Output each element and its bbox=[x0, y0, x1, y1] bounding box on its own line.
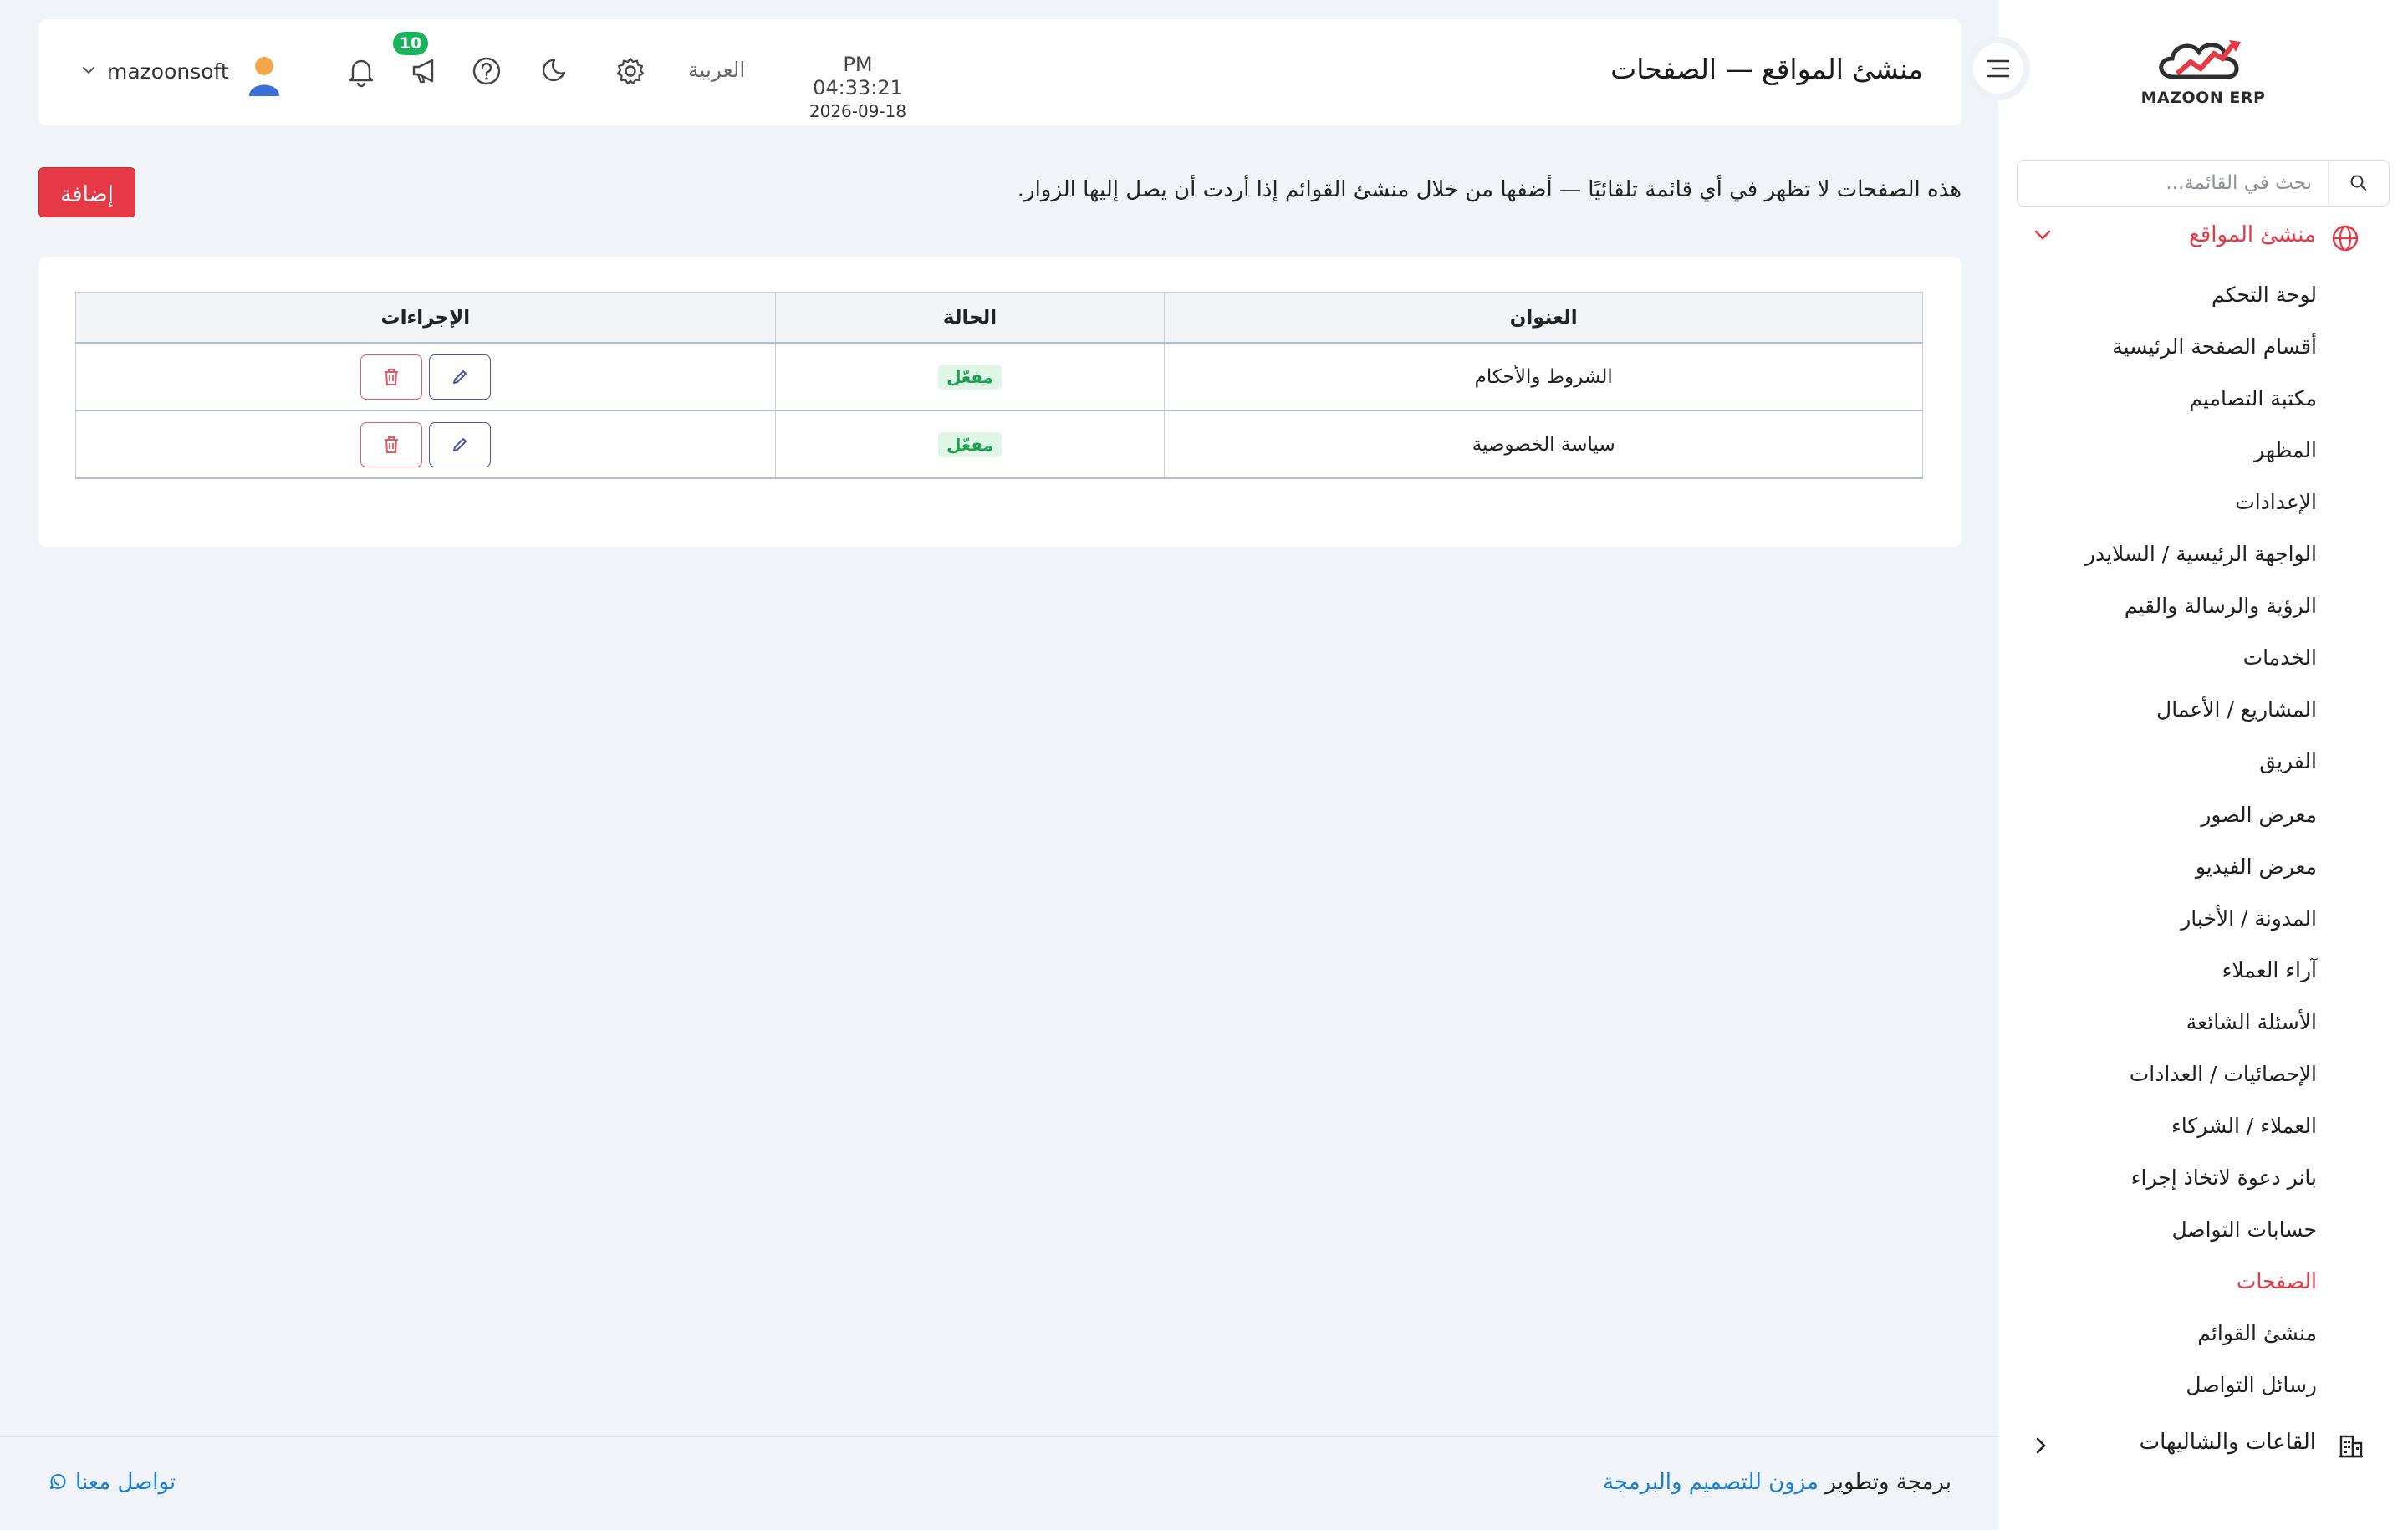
sidebar-item-clients[interactable]: العملاء / الشركاء bbox=[2171, 1114, 2317, 1138]
cell-status: مفعّل bbox=[774, 410, 1166, 479]
sidebar-item-contact-messages[interactable]: رسائل التواصل bbox=[2186, 1373, 2317, 1397]
sidebar-item-services[interactable]: الخدمات bbox=[2243, 645, 2317, 670]
sidebar-group2-label: القاعات والشاليهات bbox=[2139, 1430, 2316, 1455]
sidebar-item-settings[interactable]: الإعدادات bbox=[2235, 490, 2317, 514]
cell-actions bbox=[75, 342, 776, 411]
column-header-title: العنوان bbox=[1164, 292, 1923, 344]
theme-toggle-button[interactable] bbox=[538, 54, 572, 88]
logo-mark-icon bbox=[2159, 40, 2241, 79]
clock: PM 04:33:21 2026-09-18 bbox=[795, 53, 921, 121]
page-title: منشئ المواقع — الصفحات bbox=[1610, 53, 1923, 85]
sidebar-item-vision-mission[interactable]: الرؤية والرسالة والقيم bbox=[2125, 594, 2317, 618]
menu-icon bbox=[1987, 59, 2010, 78]
avatar[interactable] bbox=[246, 54, 283, 96]
cell-actions bbox=[75, 410, 776, 479]
footer-credit-prefix: برمجة وتطوير bbox=[1825, 1470, 1951, 1495]
sidebar-item-cta-banner[interactable]: بانر دعوة لاتخاذ إجراء bbox=[2131, 1165, 2317, 1190]
help-icon bbox=[472, 57, 501, 85]
sidebar-search bbox=[2017, 160, 2390, 207]
clock-time: PM 04:33:21 bbox=[813, 53, 903, 99]
sidebar-item-team[interactable]: الفريق bbox=[2259, 749, 2317, 773]
sidebar-item-photo-gallery[interactable]: معرض الصور bbox=[2201, 803, 2317, 827]
table-row: الشروط والأحكام مفعّل bbox=[75, 342, 1923, 411]
pages-table: العنوان الحالة الإجراءات الشروط والأحكام… bbox=[75, 292, 1923, 479]
help-button[interactable] bbox=[470, 54, 503, 88]
status-badge: مفعّل bbox=[938, 431, 1002, 457]
add-button[interactable]: إضافة bbox=[38, 167, 135, 217]
sidebar-item-dashboard[interactable]: لوحة التحكم bbox=[2212, 283, 2317, 307]
column-header-status: الحالة bbox=[774, 292, 1166, 344]
sidebar-item-statistics[interactable]: الإحصائيات / العدادات bbox=[2130, 1062, 2317, 1086]
delete-button[interactable] bbox=[360, 421, 422, 467]
delete-button[interactable] bbox=[360, 354, 422, 400]
footer-divider bbox=[0, 1436, 1998, 1437]
table-row: سياسة الخصوصية مفعّل bbox=[75, 410, 1923, 479]
sidebar-item-testimonials[interactable]: آراء العملاء bbox=[2222, 958, 2317, 982]
search-button[interactable] bbox=[2328, 161, 2389, 205]
logo[interactable]: MAZOON ERP bbox=[2141, 33, 2265, 117]
megaphone-icon bbox=[412, 59, 434, 84]
top-header: منشئ المواقع — الصفحات PM 04:33:21 2026-… bbox=[38, 19, 1962, 125]
whatsapp-icon bbox=[50, 1474, 66, 1490]
info-notice: هذه الصفحات لا تظهر في أي قائمة تلقائيًا… bbox=[1017, 177, 1962, 202]
sidebar-item-hero-slider[interactable]: الواجهة الرئيسية / السلايدر bbox=[2085, 542, 2317, 566]
sidebar-group-label: منشئ المواقع bbox=[2188, 222, 2316, 247]
sidebar-group-site-builder[interactable]: منشئ المواقع bbox=[1998, 216, 2408, 259]
settings-button[interactable] bbox=[614, 54, 647, 88]
column-header-actions: الإجراءات bbox=[75, 292, 776, 344]
bell-icon bbox=[349, 59, 374, 88]
sidebar-item-design-library[interactable]: مكتبة التصاميم bbox=[2189, 386, 2317, 411]
pencil-icon bbox=[452, 437, 467, 451]
cell-status: مفعّل bbox=[774, 342, 1166, 411]
moon-icon bbox=[542, 59, 566, 82]
language-switcher[interactable]: العربية bbox=[688, 58, 745, 82]
sidebar-item-faq[interactable]: الأسئلة الشائعة bbox=[2186, 1010, 2317, 1034]
edit-button[interactable] bbox=[428, 354, 491, 400]
cell-title: الشروط والأحكام bbox=[1164, 342, 1923, 411]
search-icon bbox=[2350, 175, 2367, 191]
trash-icon bbox=[384, 436, 398, 453]
sidebar-item-appearance[interactable]: المظهر bbox=[2254, 438, 2317, 462]
building-icon bbox=[2336, 1431, 2365, 1460]
chevron-left-icon[interactable] bbox=[2035, 1436, 2047, 1455]
user-avatar-icon bbox=[249, 57, 279, 96]
sidebar-search-input[interactable] bbox=[2018, 161, 2327, 205]
chevron-down-icon[interactable] bbox=[82, 66, 95, 74]
sidebar-group-halls[interactable]: القاعات والشاليهات bbox=[1998, 1426, 2408, 1470]
sidebar-toggle-button[interactable] bbox=[1967, 37, 2030, 100]
clock-date: 2026-09-18 bbox=[809, 101, 907, 121]
status-badge: مفعّل bbox=[938, 364, 1002, 390]
trash-icon bbox=[384, 368, 398, 385]
globe-icon bbox=[2331, 224, 2360, 252]
sidebar-item-pages[interactable]: الصفحات bbox=[2237, 1269, 2317, 1293]
sidebar-item-home-sections[interactable]: أقسام الصفحة الرئيسية bbox=[2112, 334, 2317, 359]
sidebar-item-projects[interactable]: المشاريع / الأعمال bbox=[2156, 697, 2317, 722]
username[interactable]: mazoonsoft bbox=[107, 59, 229, 84]
contact-us-link[interactable]: تواصل معنا bbox=[47, 1470, 176, 1495]
contact-us-label: تواصل معنا bbox=[75, 1470, 176, 1495]
gear-icon bbox=[616, 57, 645, 85]
sidebar-item-social-accounts[interactable]: حسابات التواصل bbox=[2171, 1217, 2317, 1242]
pencil-icon bbox=[452, 370, 467, 384]
table-header-row: العنوان الحالة الإجراءات bbox=[75, 292, 1923, 344]
sidebar: MAZOON ERP منشئ المواقع لوحة التحكم أقسا… bbox=[1998, 0, 2408, 1530]
notifications-button[interactable] bbox=[344, 54, 378, 88]
chevron-down-icon[interactable] bbox=[2033, 229, 2052, 241]
logo-text: MAZOON ERP bbox=[2140, 89, 2266, 107]
cell-title: سياسة الخصوصية bbox=[1164, 410, 1923, 479]
footer-brand-link[interactable]: مزون للتصميم والبرمجة bbox=[1603, 1470, 1819, 1495]
edit-button[interactable] bbox=[428, 421, 491, 467]
announcements-button[interactable] bbox=[408, 54, 441, 88]
footer-credit: برمجة وتطوير مزون للتصميم والبرمجة bbox=[1603, 1470, 1951, 1495]
sidebar-item-blog[interactable]: المدونة / الأخبار bbox=[2181, 906, 2317, 931]
notifications-badge: 10 bbox=[393, 32, 428, 55]
sidebar-item-menu-builder[interactable]: منشئ القوائم bbox=[2197, 1321, 2317, 1345]
sidebar-item-video-gallery[interactable]: معرض الفيديو bbox=[2196, 854, 2317, 879]
pages-card: العنوان الحالة الإجراءات الشروط والأحكام… bbox=[38, 257, 1962, 547]
